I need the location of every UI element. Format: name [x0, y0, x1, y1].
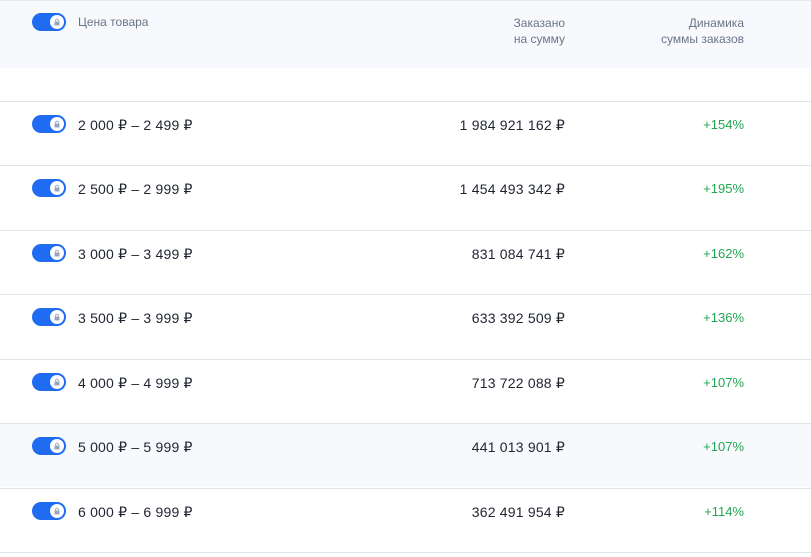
- table-row[interactable]: 4 000 ₽ – 4 999 ₽ 713 722 088 ₽ +107%: [0, 359, 811, 423]
- ordered-sum: 362 491 954 ₽: [471, 504, 565, 520]
- price-range: 3 500 ₽ – 3 999 ₽: [78, 310, 193, 326]
- lock-icon: [50, 181, 64, 195]
- lock-icon: [50, 117, 64, 131]
- sum-dynamics: +154%: [703, 117, 744, 132]
- sum-dynamics: +162%: [703, 246, 744, 261]
- column-header-dynamics-line2: суммы заказов: [661, 32, 744, 46]
- column-header-price[interactable]: Цена товара: [78, 15, 148, 29]
- sum-dynamics: +136%: [703, 310, 744, 325]
- row-toggle[interactable]: [32, 437, 66, 455]
- ordered-sum: 1 984 921 162 ₽: [459, 117, 565, 133]
- price-range: 3 000 ₽ – 3 499 ₽: [78, 246, 193, 262]
- row-toggle[interactable]: [32, 115, 66, 133]
- table-row[interactable]: 2 000 ₽ – 2 499 ₽ 1 984 921 162 ₽ +154%: [0, 101, 811, 165]
- ordered-sum: 1 454 493 342 ₽: [459, 181, 565, 197]
- select-all-toggle[interactable]: [32, 13, 66, 31]
- sum-dynamics: +107%: [703, 375, 744, 390]
- column-header-ordered-line2: на сумму: [513, 32, 565, 46]
- price-range: 2 500 ₽ – 2 999 ₽: [78, 181, 193, 197]
- table-row[interactable]: 2 500 ₽ – 2 999 ₽ 1 454 493 342 ₽ +195%: [0, 165, 811, 229]
- lock-icon: [50, 310, 64, 324]
- table-row[interactable]: 3 500 ₽ – 3 999 ₽ 633 392 509 ₽ +136%: [0, 294, 811, 358]
- row-toggle[interactable]: [32, 373, 66, 391]
- table-row[interactable]: 6 000 ₽ – 6 999 ₽ 362 491 954 ₽ +114%: [0, 488, 811, 552]
- lock-icon: [50, 375, 64, 389]
- lock-icon: [50, 504, 64, 518]
- price-range: 5 000 ₽ – 5 999 ₽: [78, 439, 193, 455]
- lock-icon: [50, 439, 64, 453]
- table-row[interactable]: 3 000 ₽ – 3 499 ₽ 831 084 741 ₽ +162%: [0, 230, 811, 294]
- price-range: 6 000 ₽ – 6 999 ₽: [78, 504, 193, 520]
- row-toggle[interactable]: [32, 244, 66, 262]
- lock-icon: [50, 15, 64, 29]
- price-range: 2 000 ₽ – 2 499 ₽: [78, 117, 193, 133]
- column-header-ordered-sum[interactable]: Заказано на сумму: [514, 15, 565, 47]
- sum-dynamics: +195%: [703, 181, 744, 196]
- sum-dynamics: +114%: [704, 504, 744, 519]
- ordered-sum: 713 722 088 ₽: [471, 375, 565, 391]
- sum-dynamics: +107%: [703, 439, 744, 454]
- row-toggle[interactable]: [32, 502, 66, 520]
- ordered-sum: 441 013 901 ₽: [471, 439, 565, 455]
- table-header: Цена товара Заказано на сумму Динамика с…: [0, 0, 811, 68]
- ordered-sum: 633 392 509 ₽: [471, 310, 565, 326]
- column-header-ordered-line1: Заказано: [513, 16, 565, 30]
- price-range: 4 000 ₽ – 4 999 ₽: [78, 375, 193, 391]
- table-bottom-divider: [0, 552, 811, 553]
- column-header-dynamics-line1: Динамика: [688, 16, 744, 30]
- row-toggle[interactable]: [32, 308, 66, 326]
- table-row[interactable]: 5 000 ₽ – 5 999 ₽ 441 013 901 ₽ +107%: [0, 423, 811, 487]
- column-header-dynamics[interactable]: Динамика суммы заказов: [661, 15, 744, 47]
- lock-icon: [50, 246, 64, 260]
- ordered-sum: 831 084 741 ₽: [471, 246, 565, 262]
- row-toggle[interactable]: [32, 179, 66, 197]
